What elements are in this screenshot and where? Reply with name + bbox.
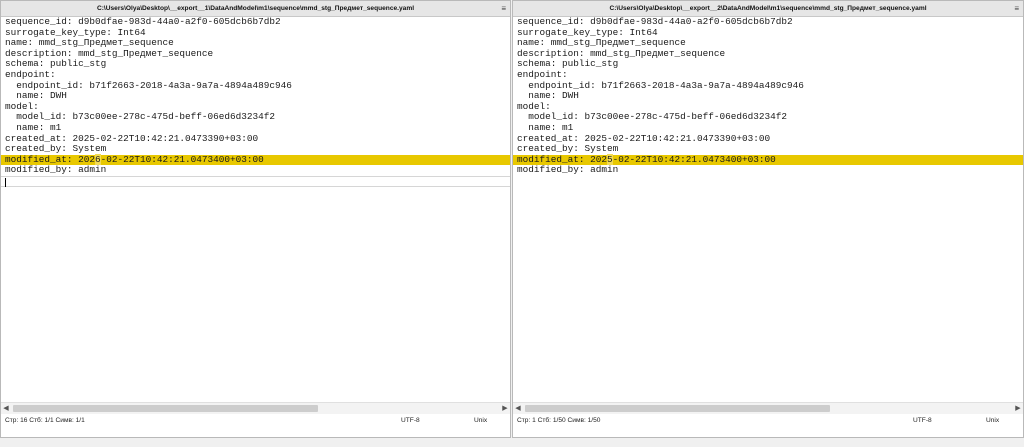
code-line[interactable]: sequence_id: d9b0dfae-983d-44a0-a2f0-605… xyxy=(513,17,1023,28)
code-line[interactable]: model_id: b73c00ee-278c-475d-beff-06ed6d… xyxy=(1,112,510,123)
code-line[interactable]: schema: public_stg xyxy=(1,59,510,70)
code-line[interactable]: modified_by: admin xyxy=(513,165,1023,176)
scrollbar-thumb[interactable] xyxy=(13,405,318,412)
code-line[interactable]: sequence_id: d9b0dfae-983d-44a0-a2f0-605… xyxy=(1,17,510,28)
line-ending-label[interactable]: Unix xyxy=(474,414,487,428)
cursor-line[interactable] xyxy=(1,175,510,187)
code-line[interactable]: name: m1 xyxy=(513,122,1023,134)
line-text: -02-22T10:42:21.0473400+03:00 xyxy=(612,153,776,165)
text-caret xyxy=(5,177,6,187)
right-file-path: C:\Users\Olya\Desktop\__export__2\DataAn… xyxy=(609,5,927,12)
code-line[interactable]: model_id: b73c00ee-278c-475d-beff-06ed6d… xyxy=(513,112,1023,123)
right-file-title: C:\Users\Olya\Desktop\__export__2\DataAn… xyxy=(513,1,1023,17)
left-horizontal-scrollbar[interactable]: ◀ ▶ xyxy=(1,402,510,414)
scroll-right-arrow-icon[interactable]: ▶ xyxy=(500,403,510,414)
code-line[interactable]: name: m1 xyxy=(1,122,510,134)
left-text-editor[interactable]: sequence_id: d9b0dfae-983d-44a0-a2f0-605… xyxy=(1,17,510,402)
scroll-left-arrow-icon[interactable]: ◀ xyxy=(1,403,11,414)
code-line[interactable]: endpoint_id: b71f2663-2018-4a3a-9a7a-489… xyxy=(513,80,1023,92)
scroll-left-arrow-icon[interactable]: ◀ xyxy=(513,403,523,414)
code-line[interactable]: name: DWH xyxy=(513,91,1023,102)
left-editor-pane: C:\Users\Olya\Desktop\__export__1\DataAn… xyxy=(0,0,511,438)
line-text: modified_at: 202 xyxy=(517,153,608,165)
cursor-position: Стр: 1 Стб: 1/50 Симв: 1/50 xyxy=(517,417,601,424)
cursor-position: Стр: 16 Стб: 1/1 Симв: 1/1 xyxy=(5,417,85,424)
code-line[interactable]: endpoint: xyxy=(1,69,510,81)
encoding-label[interactable]: UTF-8 xyxy=(913,414,932,428)
hamburger-menu-icon[interactable]: ≡ xyxy=(501,1,506,16)
left-file-path: C:\Users\Olya\Desktop\__export__1\DataAn… xyxy=(96,5,415,12)
code-line[interactable]: endpoint: xyxy=(513,69,1023,81)
right-editor-pane: C:\Users\Olya\Desktop\__export__2\DataAn… xyxy=(512,0,1024,438)
code-line[interactable]: modified_by: admin xyxy=(1,165,510,176)
line-text: modified_at: 202 xyxy=(5,153,96,165)
code-line[interactable]: name: DWH xyxy=(1,91,510,102)
right-text-editor[interactable]: sequence_id: d9b0dfae-983d-44a0-a2f0-605… xyxy=(513,17,1023,402)
code-line[interactable]: schema: public_stg xyxy=(513,59,1023,70)
line-ending-label[interactable]: Unix xyxy=(986,414,999,428)
scrollbar-thumb[interactable] xyxy=(525,405,830,412)
right-horizontal-scrollbar[interactable]: ◀ ▶ xyxy=(513,402,1023,414)
encoding-label[interactable]: UTF-8 xyxy=(401,414,420,428)
code-line[interactable]: endpoint_id: b71f2663-2018-4a3a-9a7a-489… xyxy=(1,80,510,92)
left-file-title: C:\Users\Olya\Desktop\__export__1\DataAn… xyxy=(1,1,510,17)
left-status-bar: Стр: 16 Стб: 1/1 Симв: 1/1 UTF-8 Unix xyxy=(1,414,510,428)
line-text: -02-22T10:42:21.0473400+03:00 xyxy=(100,153,264,165)
scroll-right-arrow-icon[interactable]: ▶ xyxy=(1013,403,1023,414)
right-status-bar: Стр: 1 Стб: 1/50 Симв: 1/50 UTF-8 Unix xyxy=(513,414,1023,428)
hamburger-menu-icon[interactable]: ≡ xyxy=(1014,1,1019,16)
